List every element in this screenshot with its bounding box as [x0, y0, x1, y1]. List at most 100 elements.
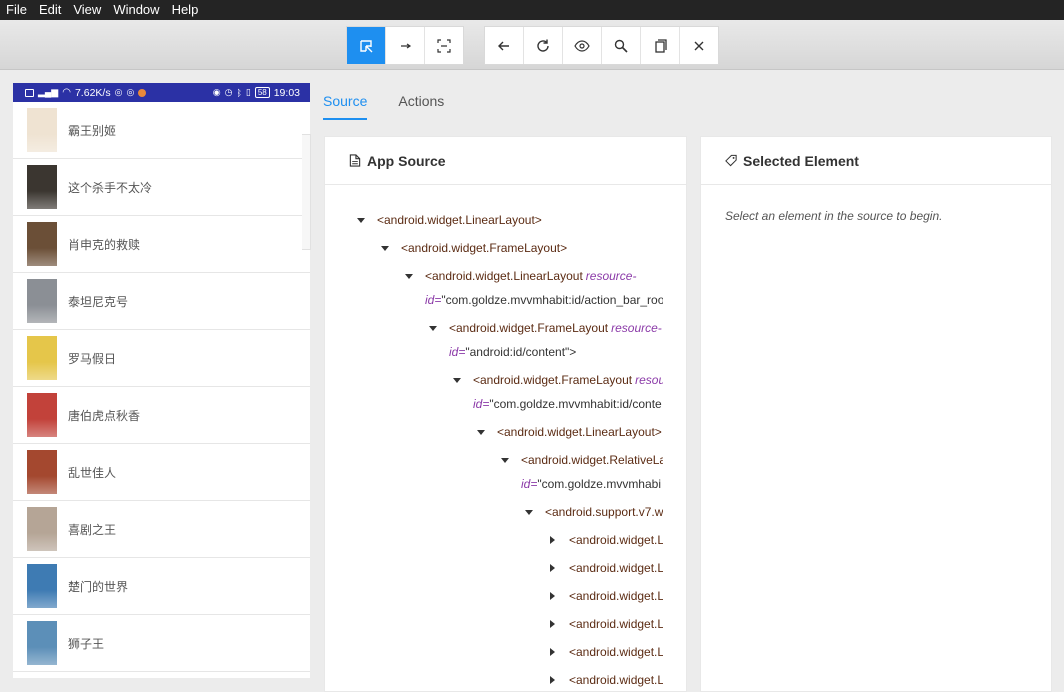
- node-tag: <android.widget.FrameLayout: [473, 373, 633, 387]
- movie-title: 乱世佳人: [68, 465, 117, 480]
- collapse-toggle-icon[interactable]: [429, 326, 437, 331]
- alarm-icon: ◉: [212, 87, 221, 97]
- tab-source[interactable]: Source: [323, 86, 368, 120]
- movie-title: 肖申克的救赎: [68, 237, 141, 252]
- selected-element-title: Selected Element: [743, 152, 859, 169]
- node-tag: <android.widget.FrameLayout>: [401, 241, 568, 255]
- movie-list-item[interactable]: 霸王别姬: [13, 102, 310, 159]
- node-attribute-value: "com.goldze.mvvmhabi: [537, 477, 661, 491]
- menu-bar: File Edit View Window Help: [0, 0, 1064, 20]
- copy-icon: [655, 38, 667, 53]
- movie-title: 唐伯虎点秋香: [68, 408, 141, 423]
- collapse-toggle-icon[interactable]: [357, 218, 365, 223]
- selected-element-panel: Selected Element Select an element in th…: [700, 136, 1052, 692]
- node-attribute-value: "com.goldze.mvvmhabit:id/action_bar_roo: [441, 293, 663, 307]
- movie-list-item[interactable]: 泰坦尼克号: [13, 273, 310, 330]
- node-tag: <android.widget.FrameLayout: [449, 321, 609, 335]
- chrome-icon: [138, 88, 147, 97]
- selected-element-header: Selected Element: [701, 137, 1051, 185]
- menu-file[interactable]: File: [0, 0, 31, 20]
- collapse-toggle-icon[interactable]: [381, 246, 389, 251]
- movie-title: 狮子王: [68, 636, 105, 651]
- menu-view[interactable]: View: [67, 0, 105, 20]
- device-scroll-indicator: [302, 134, 311, 250]
- menu-edit[interactable]: Edit: [33, 0, 65, 20]
- source-tree-node-attribute: id="com.goldze.mvvmhabit:id/action_bar_r…: [425, 293, 663, 307]
- tap-coordinates-icon: [437, 38, 451, 53]
- node-attribute-name: id=: [425, 293, 442, 307]
- menu-help[interactable]: Help: [166, 0, 203, 20]
- movie-list-item[interactable]: 楚门的世界: [13, 558, 310, 615]
- back-icon: [498, 41, 509, 50]
- eye-button[interactable]: [563, 27, 602, 64]
- toolbar: [0, 20, 1064, 70]
- movie-list-item[interactable]: 乱世佳人: [13, 444, 310, 501]
- app-source-panel: App Source <android.widget.LinearLayout>…: [324, 136, 687, 692]
- movie-list-item[interactable]: 罗马假日: [13, 330, 310, 387]
- node-attribute-name: resource-: [611, 321, 662, 335]
- clock-icon: ◷: [224, 87, 233, 97]
- back-button[interactable]: [485, 27, 524, 64]
- mode-button-group: [346, 26, 464, 65]
- movie-poster: [27, 165, 57, 209]
- expand-toggle-icon[interactable]: [550, 620, 555, 628]
- battery-level: 58: [254, 87, 270, 98]
- notification-icon: [25, 88, 34, 97]
- node-attribute-name: resou: [635, 373, 663, 387]
- movie-list-item[interactable]: 狮子王: [13, 615, 310, 672]
- node-tag: <android.widget.L: [569, 617, 663, 631]
- menu-window[interactable]: Window: [107, 0, 163, 20]
- movie-list-item[interactable]: 喜剧之王: [13, 501, 310, 558]
- collapse-toggle-icon[interactable]: [501, 458, 509, 463]
- tap-coordinates-button[interactable]: [425, 27, 463, 64]
- node-attribute-value: "android:id/content">: [465, 345, 577, 359]
- movie-list-item[interactable]: 肖申克的救赎: [13, 216, 310, 273]
- expand-toggle-icon[interactable]: [550, 592, 555, 600]
- movie-poster: [27, 336, 57, 380]
- copy-button[interactable]: [641, 27, 680, 64]
- app-source-header: App Source: [325, 137, 686, 185]
- collapse-toggle-icon[interactable]: [453, 378, 461, 383]
- swipe-icon: [401, 43, 412, 48]
- source-tree-node-attribute: id="android:id/content">: [449, 345, 576, 359]
- node-tag: <android.widget.L: [569, 645, 663, 659]
- source-tree: <android.widget.LinearLayout> <android.wi…: [325, 207, 663, 691]
- swipe-button[interactable]: [386, 27, 425, 64]
- collapse-toggle-icon[interactable]: [405, 274, 413, 279]
- movie-list-item[interactable]: 唐伯虎点秋香: [13, 387, 310, 444]
- node-tag: <android.widget.L: [569, 561, 663, 575]
- movie-title: 这个杀手不太冷: [68, 180, 153, 195]
- bluetooth-icon: ᛒ: [236, 87, 242, 98]
- expand-toggle-icon[interactable]: [550, 536, 555, 544]
- node-tag: <android.widget.LinearLayout: [425, 269, 583, 283]
- tag-icon: [725, 154, 737, 167]
- refresh-button[interactable]: [524, 27, 563, 64]
- movie-poster: [27, 564, 57, 608]
- close-button[interactable]: [680, 27, 718, 64]
- movie-poster: [27, 279, 57, 323]
- app-source-title: App Source: [367, 152, 446, 169]
- vibrate-icon: ▯: [245, 87, 251, 97]
- expand-toggle-icon[interactable]: [550, 564, 555, 572]
- movie-list-item[interactable]: 这个杀手不太冷: [13, 159, 310, 216]
- app-icon: ◎: [126, 87, 135, 97]
- movie-title: 喜剧之王: [68, 522, 117, 537]
- device-status-bar: ▂▄▆ ◠ 7.62K/s ◎ ◎ ◉ ◷ ᛒ ▯ 58 19:03: [13, 83, 310, 102]
- search-button[interactable]: [602, 27, 641, 64]
- node-attribute-name: id=: [473, 397, 490, 411]
- collapse-toggle-icon[interactable]: [477, 430, 485, 435]
- network-speed: 7.62K/s: [74, 86, 111, 99]
- tab-actions[interactable]: Actions: [398, 86, 444, 120]
- collapse-toggle-icon[interactable]: [525, 510, 533, 515]
- select-icon: [360, 39, 373, 52]
- signal-icon: ▂▄▆: [38, 87, 59, 97]
- device-screenshot[interactable]: ▂▄▆ ◠ 7.62K/s ◎ ◎ ◉ ◷ ᛒ ▯ 58 19:03 霸王别姬这…: [13, 83, 310, 678]
- select-button[interactable]: [347, 27, 386, 64]
- movie-poster: [27, 222, 57, 266]
- node-tag: <android.widget.RelativeLa: [521, 453, 663, 467]
- expand-toggle-icon[interactable]: [550, 648, 555, 656]
- movie-title: 泰坦尼克号: [68, 294, 129, 309]
- expand-toggle-icon[interactable]: [550, 676, 555, 684]
- node-attribute-name: resource-: [585, 269, 637, 283]
- node-attribute-value: "com.goldze.mvvmhabit:id/conte: [489, 397, 662, 411]
